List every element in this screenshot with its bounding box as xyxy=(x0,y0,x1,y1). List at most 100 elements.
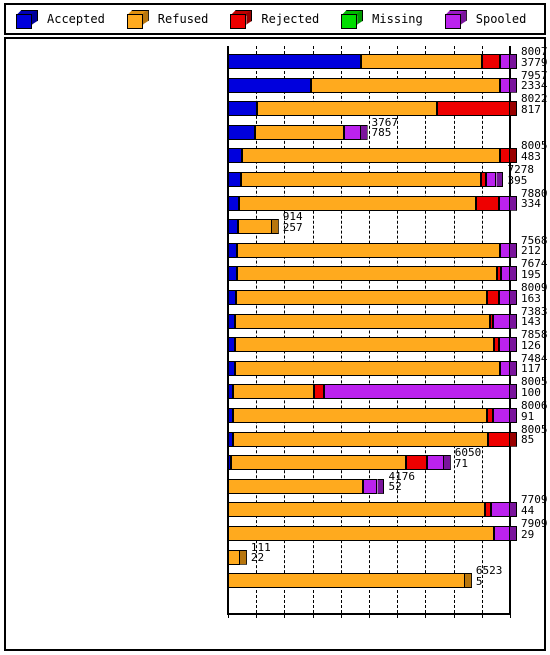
bar-segment-top-rejected xyxy=(501,141,519,149)
table-row: nntp.comgw.net7484117 xyxy=(6,353,548,377)
table-row: news.corradoroberto.it914257 xyxy=(6,211,544,235)
bar-segment-top-refused xyxy=(234,401,496,408)
bar-segment-refused xyxy=(242,148,501,164)
bar-secondary-value: 52 xyxy=(388,480,402,494)
legend-cube-refused xyxy=(126,9,149,29)
bar-segment-top-refused xyxy=(237,283,497,290)
bar-segment-refused xyxy=(228,478,364,494)
bar-segment-side-cap xyxy=(510,148,517,164)
bar-value-labels: 7383 143 xyxy=(521,306,548,328)
stacked-bar xyxy=(228,47,519,69)
bar-segment-top-rejected xyxy=(483,47,510,54)
bar-segment-spooled xyxy=(499,360,510,376)
bar-value-labels: 8009 163 xyxy=(521,282,548,305)
legend-item-spooled: Spooled xyxy=(444,9,527,29)
legend-item-refused: Refused xyxy=(126,9,209,29)
x-tick-20 xyxy=(284,613,286,618)
legend-cube-rejected xyxy=(230,9,253,29)
bar-segment-accepted xyxy=(228,54,362,69)
legend-item-accepted: Accepted xyxy=(16,9,105,29)
bar-segment-top-spooled xyxy=(486,165,506,172)
bar-value-labels: 7278 395 xyxy=(507,164,534,186)
stacked-bar xyxy=(228,401,519,423)
stacked-bar xyxy=(228,283,519,305)
bar-segment-top-refused xyxy=(229,542,249,550)
bar-segment-top-rejected xyxy=(495,330,508,338)
table-row: news.quux.org605071 xyxy=(6,447,544,471)
bar-segment-top-refused xyxy=(362,47,492,54)
bar-secondary-value: 212 xyxy=(521,244,541,258)
bar-segment-top-refused xyxy=(229,519,504,526)
bar-segment-top-accepted xyxy=(229,259,247,267)
chart-frame: nyheter.lysator.liu.se80073779news.netfr… xyxy=(4,37,548,651)
bar-segment-top-refused xyxy=(257,94,446,102)
cube-front-face xyxy=(444,13,461,29)
stacked-bar xyxy=(228,235,519,258)
bar-segment-top-refused xyxy=(240,188,486,196)
bar-segment-rejected xyxy=(487,290,499,305)
bar-value-labels: 914 257 xyxy=(283,211,303,233)
bar-segment-spooled xyxy=(498,337,510,353)
table-row: usenet.blueworldhosting.com65235 xyxy=(6,565,544,589)
stacked-bar xyxy=(228,94,519,117)
bar-segment-rejected xyxy=(436,101,510,117)
table-row: photonic.trudheim.com8022817 xyxy=(6,93,548,117)
bar-secondary-value: 334 xyxy=(521,197,541,211)
bar-segment-top-refused xyxy=(229,471,373,479)
x-tick-60 xyxy=(397,613,399,618)
bar-segment-refused xyxy=(240,172,481,187)
table-row: endofthelinebbs.peers.news.panix.com8005… xyxy=(6,141,548,164)
table-row: news.furie.org.uk3767785 xyxy=(6,117,544,141)
x-tick-100 xyxy=(510,613,511,618)
x-tick-40 xyxy=(340,613,342,618)
bar-segment-top-rejected xyxy=(407,448,437,456)
bar-value-labels: 8005 483 xyxy=(521,141,548,162)
bar-segment-top-refused xyxy=(235,353,509,361)
bar-segment-top-spooled xyxy=(344,117,370,125)
bar-segment-top-accepted xyxy=(229,330,244,338)
bar-segment-accepted xyxy=(228,290,237,305)
x-tick-50 xyxy=(369,613,370,618)
bar-segment-side-cap xyxy=(510,431,517,447)
bar-segment-refused xyxy=(236,290,488,305)
bar-segment-rejected xyxy=(406,455,428,471)
bar-segment-side-cap xyxy=(510,101,517,117)
bar-segment-top-accepted xyxy=(229,235,247,243)
bar-secondary-value: 2334 xyxy=(521,79,548,93)
bar-segment-top-refused xyxy=(243,141,510,149)
bar-segment-top-accepted xyxy=(229,165,250,172)
bar-segment-refused xyxy=(254,124,344,140)
bar-value-labels: 8022 817 xyxy=(521,93,548,115)
bar-segment-top-spooled xyxy=(501,70,519,78)
bar-secondary-value: 91 xyxy=(521,409,535,423)
bar-segment-top-spooled xyxy=(500,235,519,243)
bar-segment-top-accepted xyxy=(229,377,242,385)
bar-value-labels: 8006 91 xyxy=(521,400,548,423)
bar-segment-rejected xyxy=(476,195,499,211)
bar-segment-top-accepted xyxy=(229,70,320,78)
bar-segment-top-rejected xyxy=(477,188,508,196)
bar-secondary-value: 163 xyxy=(521,291,541,305)
bar-segment-top-accepted xyxy=(229,424,242,432)
bar-segment-refused xyxy=(361,54,483,69)
bar-segment-spooled xyxy=(427,455,444,471)
stacked-bar xyxy=(228,424,519,447)
bar-secondary-value: 3779 xyxy=(521,55,548,69)
stacked-bar xyxy=(228,188,519,211)
bar-segment-top-refused xyxy=(238,235,509,243)
legend-label: Spooled xyxy=(475,12,527,26)
bar-segment-refused xyxy=(228,502,485,518)
bar-segment-top-spooled xyxy=(499,188,519,196)
bar-segment-accepted xyxy=(228,148,243,164)
table-row: news.hispagatos.org8009163 xyxy=(6,282,548,306)
bar-segment-side-cap xyxy=(510,77,517,93)
bar-segment-accepted xyxy=(228,313,236,329)
bar-segment-top-spooled xyxy=(494,306,519,314)
legend-label: Refused xyxy=(157,12,209,26)
stacked-bar xyxy=(228,165,510,187)
stacked-bar xyxy=(228,495,519,518)
legend-item-rejected: Rejected xyxy=(230,9,319,29)
bar-segment-top-accepted xyxy=(229,117,264,125)
bar-segment-refused xyxy=(237,266,498,282)
chart-legend: Accepted Refused Rejected Missing Spooled xyxy=(4,3,546,35)
